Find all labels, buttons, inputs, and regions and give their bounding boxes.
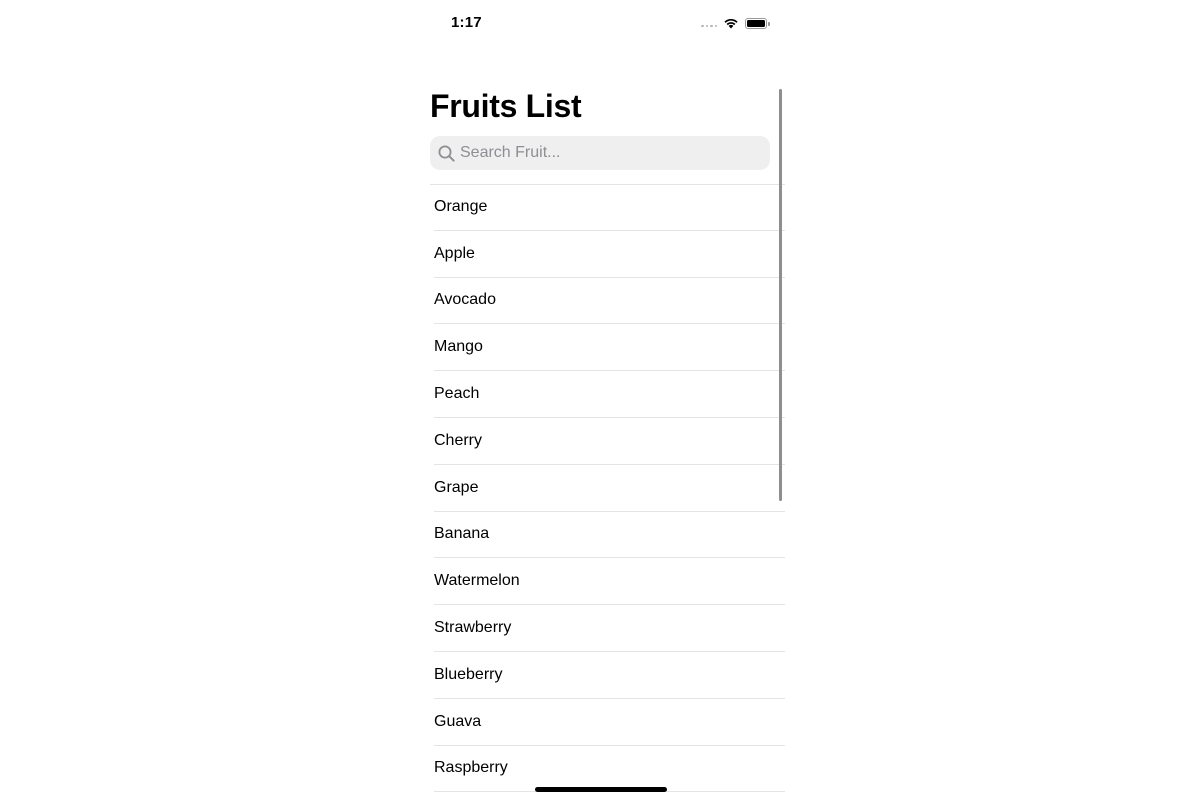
- list-item-cherry[interactable]: Cherry: [434, 418, 785, 465]
- search-field[interactable]: [430, 136, 770, 170]
- list-item-strawberry[interactable]: Strawberry: [434, 605, 785, 652]
- status-bar: 1:17: [415, 0, 785, 46]
- phone-screen: 1:17 Fruits List Orang: [415, 0, 785, 800]
- home-indicator[interactable]: [535, 787, 667, 792]
- wifi-icon: [724, 18, 738, 29]
- list-item-banana[interactable]: Banana: [434, 512, 785, 559]
- list-item-guava[interactable]: Guava: [434, 699, 785, 746]
- list-item-mango[interactable]: Mango: [434, 324, 785, 372]
- list-item-grape[interactable]: Grape: [434, 465, 785, 512]
- status-time: 1:17: [451, 14, 482, 31]
- list-item-raspberry[interactable]: Raspberry: [434, 746, 785, 793]
- search-input[interactable]: [460, 144, 760, 162]
- search-icon: [437, 144, 455, 162]
- list-item-avocado[interactable]: Avocado: [434, 278, 785, 325]
- status-icons: [701, 16, 770, 30]
- list-item-apple[interactable]: Apple: [434, 231, 785, 278]
- page-title: Fruits List: [430, 88, 582, 124]
- fruit-list: Orange Apple Avocado Mango Peach Cherry …: [415, 184, 785, 793]
- list-item-peach[interactable]: Peach: [434, 371, 785, 418]
- list-item-orange[interactable]: Orange: [434, 184, 785, 231]
- scroll-indicator[interactable]: [779, 89, 782, 501]
- battery-icon: [745, 17, 770, 29]
- list-item-watermelon[interactable]: Watermelon: [434, 558, 785, 606]
- cellular-signal-icon: [701, 24, 717, 28]
- list-item-blueberry[interactable]: Blueberry: [434, 652, 785, 699]
